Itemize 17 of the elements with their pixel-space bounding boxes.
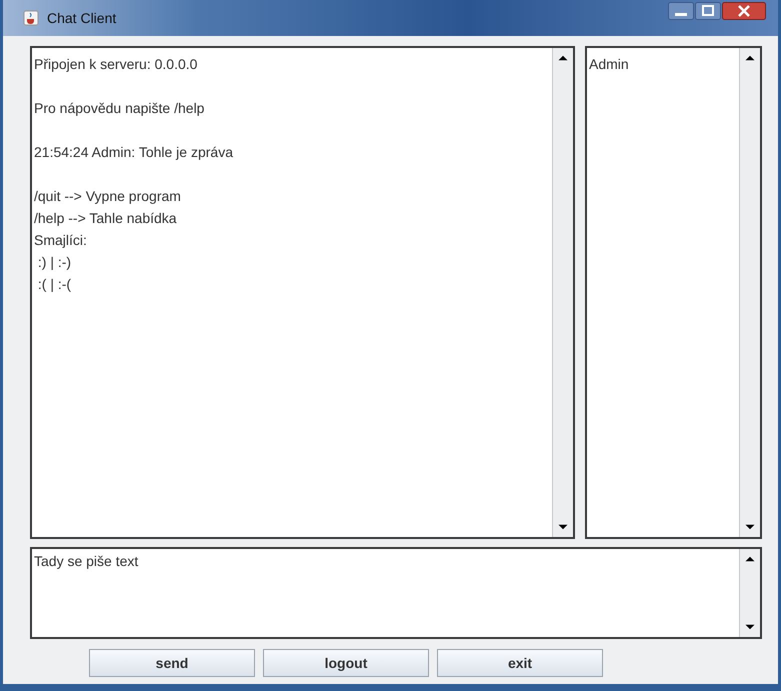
chat-line: :( | :-( bbox=[36, 275, 72, 294]
chat-line: :) | :-) bbox=[36, 253, 72, 272]
action-button[interactable]: exit bbox=[437, 649, 603, 677]
window-title: Chat Client bbox=[47, 10, 116, 26]
user-item[interactable]: Admin bbox=[589, 53, 737, 75]
message-input[interactable]: Tady se piše text bbox=[30, 547, 762, 639]
chat-line: Pro nápovědu napište /help bbox=[34, 99, 206, 118]
action-button[interactable]: send bbox=[89, 649, 255, 677]
chat-line: /quit --> Vypne program bbox=[34, 187, 182, 206]
action-button[interactable]: logout bbox=[263, 649, 429, 677]
chat-line: Smajlíci: bbox=[34, 231, 88, 250]
minimize-icon[interactable] bbox=[668, 2, 694, 20]
chat-line: Připojen k serveru: 0.0.0.0 bbox=[34, 55, 198, 74]
close-icon[interactable] bbox=[722, 2, 766, 20]
chat-line: /help --> Tahle nabídka bbox=[34, 209, 178, 228]
maximize-icon[interactable] bbox=[695, 2, 721, 20]
chat-line: 21:54:24 Admin: Tohle je zpráva bbox=[34, 143, 234, 162]
